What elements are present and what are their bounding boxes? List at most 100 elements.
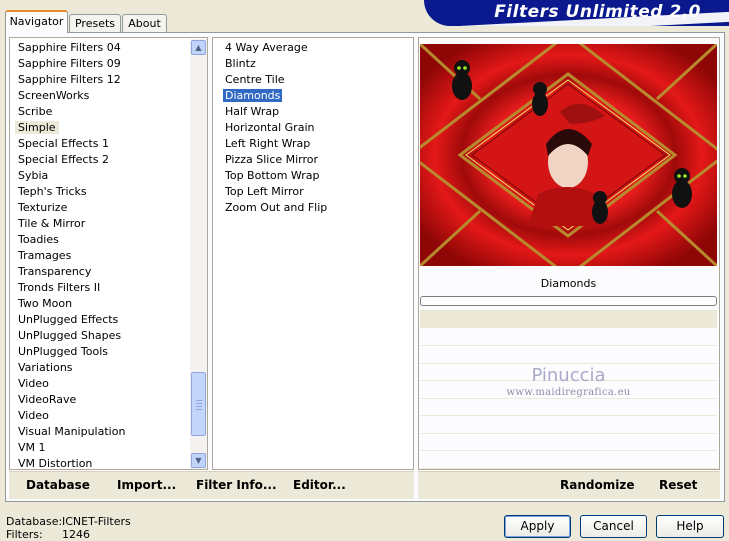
preview-artwork	[420, 44, 717, 266]
title-banner: Filters Unlimited 2.0	[424, 0, 729, 26]
category-item[interactable]: UnPlugged Effects	[18, 312, 118, 328]
parameter-slot	[420, 345, 717, 346]
watermark-name: Pinuccia	[531, 365, 606, 386]
category-item[interactable]: VideoRave	[18, 392, 76, 408]
tab-navigator[interactable]: Navigator	[5, 10, 68, 33]
category-item[interactable]: Special Effects 2	[18, 152, 109, 168]
filter-item[interactable]: Half Wrap	[225, 104, 279, 120]
parameter-slot	[420, 362, 717, 364]
category-item[interactable]: ScreenWorks	[18, 88, 89, 104]
randomize-button[interactable]: Randomize	[560, 478, 634, 492]
filter-item-label: Left Right Wrap	[225, 137, 311, 150]
category-item[interactable]: Transparency	[18, 264, 91, 280]
category-item[interactable]: Toadies	[18, 232, 59, 248]
apply-button[interactable]: Apply	[504, 515, 571, 538]
filter-item-label: Zoom Out and Flip	[225, 201, 328, 214]
category-item[interactable]: Special Effects 1	[18, 136, 109, 152]
parameter-slot	[420, 432, 717, 434]
watermark-url: www.maidiregrafica.eu	[506, 387, 631, 398]
preview-image	[420, 44, 717, 266]
category-item[interactable]: UnPlugged Shapes	[18, 328, 121, 344]
filter-item[interactable]: Pizza Slice Mirror	[225, 152, 318, 168]
filter-info-button[interactable]: Filter Info...	[196, 478, 277, 492]
category-item-label: Two Moon	[18, 297, 73, 310]
category-item[interactable]: Simple	[15, 120, 59, 136]
category-item[interactable]: Variations	[18, 360, 73, 376]
category-item[interactable]: Scribe	[18, 104, 52, 120]
editor-button[interactable]: Editor...	[293, 478, 346, 492]
chevron-up-icon[interactable]: ▲	[191, 40, 206, 55]
parameter-slots	[420, 328, 717, 469]
category-item-label: Special Effects 2	[18, 153, 110, 166]
banner-title: Filters Unlimited 2.0	[494, 2, 701, 22]
tab-about[interactable]: About	[122, 14, 167, 32]
category-item[interactable]: Tronds Filters II	[18, 280, 100, 296]
filter-item[interactable]: Blintz	[225, 56, 256, 72]
cancel-button[interactable]: Cancel	[580, 515, 647, 538]
category-item[interactable]: VM 1	[18, 440, 46, 456]
tab-presets[interactable]: Presets	[69, 14, 121, 32]
category-item-label: ScreenWorks	[18, 89, 90, 102]
category-item[interactable]: Tramages	[18, 248, 71, 264]
filter-list[interactable]: 4 Way Average Blintz Centre Tile Diamonds Ha…	[212, 37, 414, 470]
scrollbar-thumb[interactable]	[191, 372, 206, 436]
category-item[interactable]: Teph's Tricks	[18, 184, 87, 200]
status-database-value: ICNET-Filters	[62, 515, 131, 528]
category-item[interactable]: UnPlugged Tools	[18, 344, 108, 360]
category-item-label: Texturize	[18, 201, 68, 214]
category-item[interactable]: Sapphire Filters 12	[18, 72, 121, 88]
category-scrollbar[interactable]: ▲ ▼	[190, 39, 207, 469]
category-item-label: Simple	[15, 121, 59, 134]
filter-item-label: Half Wrap	[225, 105, 280, 118]
category-item[interactable]: Video	[18, 376, 49, 392]
category-item-label: Variations	[18, 361, 73, 374]
progress-bar	[420, 296, 717, 306]
category-item[interactable]: VM Distortion	[18, 456, 92, 472]
category-item-label: UnPlugged Shapes	[18, 329, 122, 342]
category-item[interactable]: Texturize	[18, 200, 67, 216]
filter-item-label: 4 Way Average	[225, 41, 308, 54]
database-button[interactable]: Database	[26, 478, 90, 492]
category-item-label: Video	[18, 377, 49, 390]
category-item[interactable]: Video	[18, 408, 49, 424]
category-item-label: Transparency	[18, 265, 92, 278]
help-button[interactable]: Help	[656, 515, 724, 538]
category-item-label: UnPlugged Tools	[18, 345, 108, 358]
category-item[interactable]: Sybia	[18, 168, 48, 184]
category-item-label: Special Effects 1	[18, 137, 110, 150]
parameter-slot	[420, 450, 717, 451]
status-database-label: Database:	[6, 515, 63, 528]
category-item[interactable]: Sapphire Filters 09	[18, 56, 121, 72]
reset-button[interactable]: Reset	[659, 478, 697, 492]
category-item-label: Sapphire Filters 12	[18, 73, 121, 86]
category-item[interactable]: Sapphire Filters 04	[18, 40, 121, 56]
category-item[interactable]: Tile & Mirror	[18, 216, 85, 232]
filter-item[interactable]: Top Left Mirror	[225, 184, 304, 200]
status-filters-value: 1246	[62, 528, 90, 541]
filter-item[interactable]: Horizontal Grain	[225, 120, 314, 136]
filter-item-label: Blintz	[225, 57, 256, 70]
filter-item-label: Pizza Slice Mirror	[225, 153, 319, 166]
category-item-label: Scribe	[18, 105, 53, 118]
preview-label: Diamonds	[540, 277, 597, 290]
filter-item[interactable]: Zoom Out and Flip	[225, 200, 327, 216]
filter-item[interactable]: Left Right Wrap	[225, 136, 310, 152]
chevron-down-icon[interactable]: ▼	[191, 453, 206, 468]
category-item-label: Tile & Mirror	[18, 217, 86, 230]
filter-item[interactable]: 4 Way Average	[225, 40, 308, 56]
category-item[interactable]: Two Moon	[18, 296, 72, 312]
parameter-slot	[420, 467, 717, 469]
category-item-label: Tramages	[18, 249, 72, 262]
category-item-label: VM 1	[18, 441, 46, 454]
filter-item[interactable]: Centre Tile	[225, 72, 285, 88]
category-item[interactable]: Visual Manipulation	[18, 424, 125, 440]
filter-item[interactable]: Diamonds	[223, 88, 283, 104]
category-item-label: Visual Manipulation	[18, 425, 126, 438]
category-item-label: Sapphire Filters 04	[18, 41, 121, 54]
category-item-label: Teph's Tricks	[18, 185, 87, 198]
filter-item[interactable]: Top Bottom Wrap	[225, 168, 320, 184]
import-button[interactable]: Import...	[117, 478, 176, 492]
category-list[interactable]: Sapphire Filters 04 Sapphire Filters 09 Sa…	[9, 37, 208, 470]
parameter-area	[420, 310, 717, 328]
status-filters-label: Filters:	[6, 528, 43, 541]
